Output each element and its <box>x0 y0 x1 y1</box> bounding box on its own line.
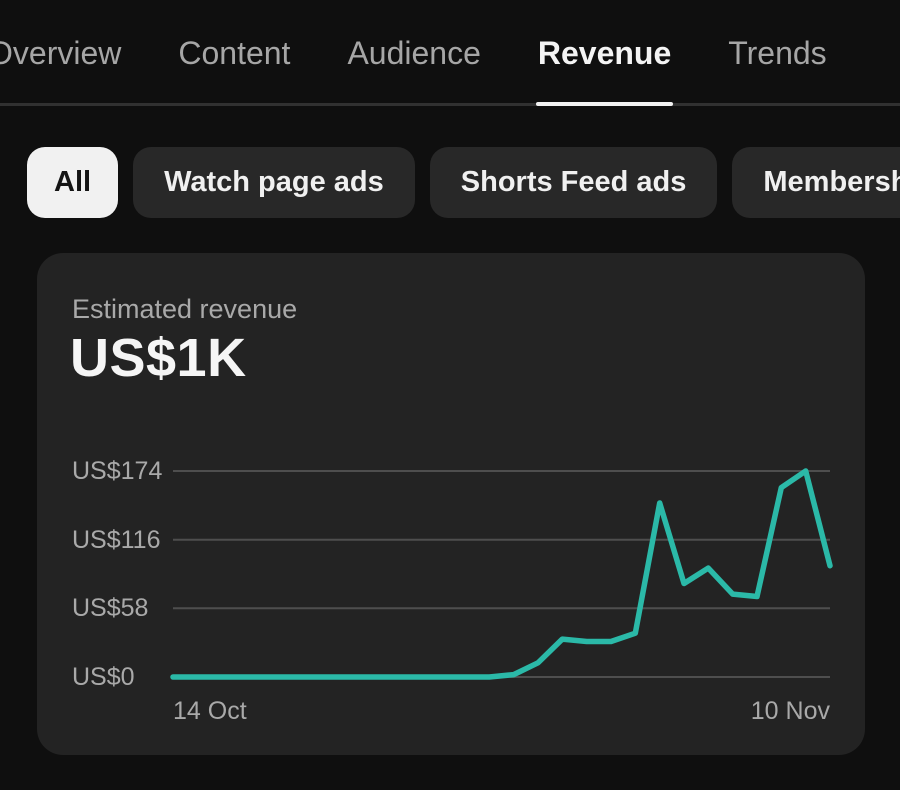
tab-trends[interactable]: Trends <box>728 0 826 106</box>
tab-list: Overview Content Audience Revenue Trends <box>0 0 900 106</box>
revenue-filter-chips: All Watch page ads Shorts Feed ads Membe… <box>27 147 900 218</box>
filter-chip-memberships[interactable]: Memberships <box>732 147 900 218</box>
revenue-line-chart[interactable] <box>173 471 830 677</box>
metric-label: Estimated revenue <box>72 294 297 325</box>
filter-chip-shorts-feed-ads[interactable]: Shorts Feed ads <box>430 147 718 218</box>
x-axis-tick-label: 14 Oct <box>173 697 247 726</box>
revenue-series-line <box>173 471 830 677</box>
metric-value: US$1K <box>70 327 247 389</box>
tab-audience[interactable]: Audience <box>347 0 480 106</box>
tab-content[interactable]: Content <box>178 0 290 106</box>
y-axis-tick-label: US$116 <box>72 526 161 555</box>
y-axis-tick-label: US$0 <box>72 663 135 692</box>
filter-chip-all[interactable]: All <box>27 147 118 218</box>
tab-overview[interactable]: Overview <box>0 0 121 106</box>
tab-revenue[interactable]: Revenue <box>538 0 671 106</box>
analytics-tab-bar: Overview Content Audience Revenue Trends <box>0 0 900 106</box>
y-axis-tick-label: US$174 <box>72 457 162 486</box>
tab-bar-divider <box>0 103 900 106</box>
estimated-revenue-card: Estimated revenue US$1K US$174 US$116 US… <box>37 253 865 755</box>
filter-chip-watch-page-ads[interactable]: Watch page ads <box>133 147 415 218</box>
y-axis-tick-label: US$58 <box>72 594 148 623</box>
x-axis-tick-label: 10 Nov <box>751 697 830 726</box>
